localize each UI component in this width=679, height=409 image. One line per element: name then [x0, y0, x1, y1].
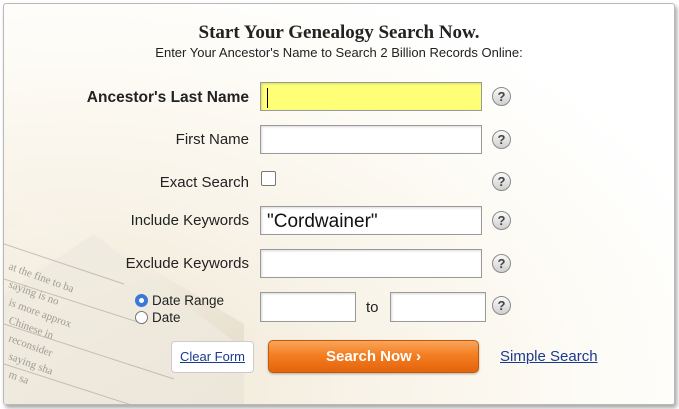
help-icon[interactable]: ? [492, 172, 511, 191]
last-name-input[interactable] [260, 82, 482, 111]
include-keywords-input[interactable]: "Cordwainer" [260, 206, 482, 235]
first-name-label: First Name [175, 131, 249, 148]
help-icon[interactable]: ? [492, 211, 511, 230]
first-name-input[interactable] [260, 125, 482, 154]
help-icon[interactable]: ? [492, 87, 511, 106]
date-to-input[interactable] [390, 292, 486, 322]
search-panel: at the fine to ba saying is no is more a… [3, 3, 675, 405]
exact-search-checkbox[interactable] [261, 171, 276, 186]
date-to-label: to [366, 299, 379, 316]
date-label: Date [152, 310, 181, 325]
date-range-radio[interactable] [135, 294, 148, 307]
help-icon[interactable]: ? [492, 130, 511, 149]
date-from-input[interactable] [260, 292, 356, 322]
text-cursor [267, 87, 268, 108]
date-range-label: Date Range [152, 293, 225, 308]
page-title: Start Your Genealogy Search Now. [198, 22, 480, 43]
simple-search-link[interactable]: Simple Search [500, 348, 598, 365]
page-subtitle: Enter Your Ancestor's Name to Search 2 B… [155, 45, 523, 60]
clear-form-button[interactable]: Clear Form [171, 341, 254, 373]
exclude-keywords-label: Exclude Keywords [125, 255, 249, 272]
search-now-button[interactable]: Search Now › [268, 340, 479, 373]
date-option[interactable]: Date [135, 310, 181, 325]
include-keywords-label: Include Keywords [130, 212, 249, 229]
date-range-option[interactable]: Date Range [135, 293, 224, 308]
exclude-keywords-input[interactable] [260, 249, 482, 278]
exact-search-label: Exact Search [159, 174, 249, 191]
date-radio[interactable] [135, 311, 148, 324]
help-icon[interactable]: ? [492, 296, 511, 315]
help-icon[interactable]: ? [492, 254, 511, 273]
last-name-label: Ancestor's Last Name [86, 89, 249, 106]
